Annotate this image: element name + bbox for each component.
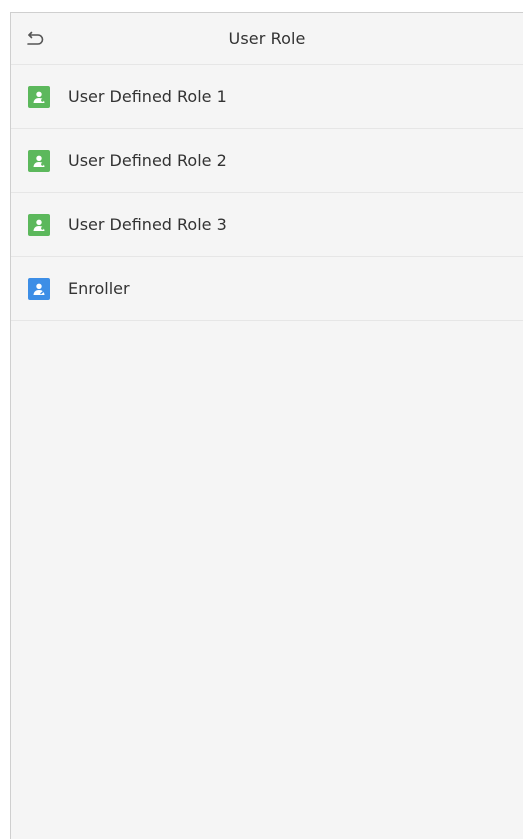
role-item-user-defined-3[interactable]: User Defined Role 3 — [11, 193, 523, 257]
user-role-icon — [28, 149, 50, 172]
user-role-icon — [28, 213, 50, 236]
back-button[interactable] — [21, 27, 49, 51]
role-label: User Defined Role 2 — [68, 151, 227, 170]
role-list: User Defined Role 1 User Defined Role 2 — [11, 65, 523, 321]
device-screen: User Role User Defined Role 1 User Defin… — [0, 0, 523, 839]
header-bar: User Role — [11, 13, 523, 65]
role-label: User Defined Role 1 — [68, 87, 227, 106]
page-title: User Role — [228, 29, 306, 48]
app-screen: User Role User Defined Role 1 User Defin… — [10, 12, 523, 839]
enroller-icon — [28, 277, 50, 300]
role-label: User Defined Role 3 — [68, 215, 227, 234]
user-role-icon — [28, 85, 50, 108]
role-item-user-defined-2[interactable]: User Defined Role 2 — [11, 129, 523, 193]
role-item-user-defined-1[interactable]: User Defined Role 1 — [11, 65, 523, 129]
role-label: Enroller — [68, 279, 130, 298]
role-item-enroller[interactable]: Enroller — [11, 257, 523, 321]
back-arrow-icon — [27, 31, 44, 45]
